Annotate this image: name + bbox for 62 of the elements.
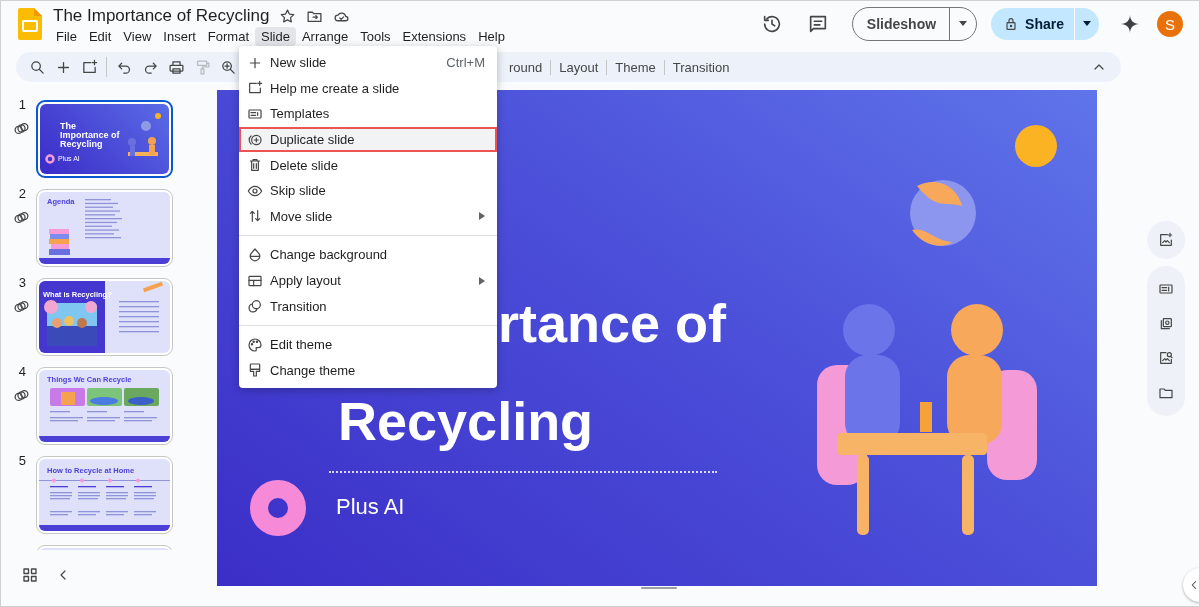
linked-rings-icon [13,387,30,404]
menu-item[interactable]: Templates [239,101,497,127]
image-search-icon [1158,350,1174,367]
menu-bar-item[interactable]: View [117,27,158,46]
toolbar-button[interactable]: Layout [550,59,607,75]
caret-icon [958,21,969,27]
slide-subtitle: Plus AI [336,494,405,520]
menu-bar-item[interactable]: File [50,27,83,46]
trash-icon [247,157,263,174]
menu-bar-item[interactable]: Insert [157,27,202,46]
resize-handle[interactable] [641,587,677,589]
donut-icon [250,480,306,536]
zoom-icon [219,58,237,76]
menu-item[interactable]: Duplicate slide [239,126,497,153]
menu-bar-item[interactable]: Help [472,27,511,46]
slide-title: Recycling [338,393,594,449]
linked-rings-icon [13,120,30,137]
slide-number: 4 [18,364,27,379]
slide-number: 1 [18,97,27,112]
toolbar-button[interactable]: Transition [663,59,738,75]
search-icon [28,58,46,76]
image-sparkle-icon [1158,232,1174,248]
menu-item[interactable]: Skip slide [239,177,497,204]
transition-icon [247,298,263,315]
menu-bar-item[interactable]: Extensions [396,27,473,46]
drop-icon [247,246,263,263]
menu-bar-item[interactable]: Format [201,27,255,46]
shortcut-label: Ctrl+M [446,55,485,71]
menu-bar-item[interactable]: Tools [354,27,397,46]
linked-rings-icon [13,209,30,226]
roller-icon [247,362,263,379]
move-icon [247,208,263,225]
template-icon [247,106,263,122]
menu-item[interactable]: New slide Ctrl+M [239,50,497,76]
document-title[interactable]: The Importance of Recycling [50,6,270,26]
toolbar-button[interactable]: Theme [606,59,664,75]
linked-rings-icon [13,298,30,315]
menu-item[interactable]: Transition [239,293,497,319]
menu-item[interactable]: Change background [239,242,497,268]
toolbar-button[interactable]: round [501,59,551,75]
menu-item[interactable]: Apply layout [239,267,497,294]
slide-number: 3 [18,275,27,290]
caret-icon [1082,21,1092,27]
print-icon [167,58,185,76]
star-icon [279,7,297,25]
new-slide-icon [80,58,98,76]
slide-number: 5 [18,453,27,468]
menu-item[interactable]: Edit theme [239,331,497,358]
menu-item[interactable]: Delete slide [239,152,497,178]
menu-item[interactable]: Move slide [239,203,497,230]
menu-bar-item[interactable]: Edit [82,27,118,46]
menu-bar-item[interactable]: Slide [255,27,296,46]
menu-item[interactable]: Change theme [239,357,497,384]
menu-bar-item[interactable]: Arrange [295,27,355,46]
photo-stack-icon [1158,315,1174,332]
thumbnail-title: The Importance of Recycling [60,122,121,149]
grid-view-icon [21,566,39,584]
slide-title: rtance of [498,295,727,351]
slides-logo[interactable] [18,8,42,40]
slide-number: 2 [18,186,27,201]
menu-item[interactable]: Help me create a slide [239,75,497,102]
palette-icon [247,336,263,353]
